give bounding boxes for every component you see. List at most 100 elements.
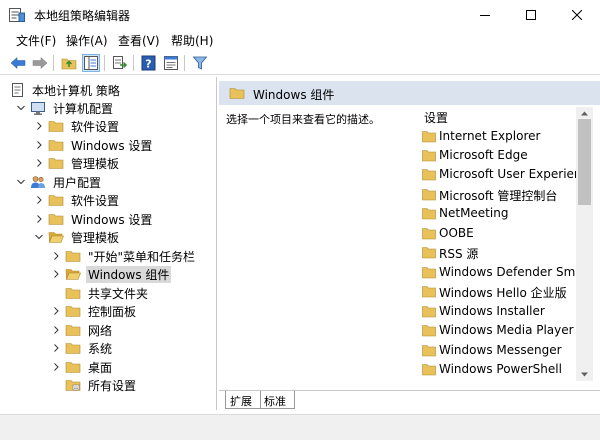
folder-open-icon [65, 269, 81, 280]
vertical-scrollbar[interactable] [576, 107, 593, 381]
chevron-right-icon[interactable] [51, 250, 61, 262]
list-item[interactable]: NetMeeting [418, 204, 576, 223]
tree-label: "开始"菜单和任务栏 [88, 250, 196, 264]
help-button[interactable]: ? [140, 54, 158, 72]
list-item[interactable]: OOBE [418, 224, 576, 243]
tree-label: 控制面板 [88, 305, 137, 319]
computer-icon [31, 102, 45, 115]
folder-icon [48, 214, 64, 225]
chevron-right-icon[interactable] [51, 361, 61, 373]
show-hide-tree-button[interactable] [82, 54, 100, 72]
toolbar-separator [104, 55, 105, 71]
chevron-down-icon[interactable] [16, 176, 26, 188]
folder-icon [65, 251, 81, 262]
folder-icon [422, 325, 436, 337]
policy-editor-app-icon [9, 8, 25, 22]
list-item[interactable]: Windows Media Player [418, 321, 576, 340]
folder-up-icon [61, 58, 77, 70]
close-button[interactable] [554, 0, 600, 30]
menu-action[interactable]: 操作(A) [66, 32, 108, 49]
chevron-right-icon[interactable] [34, 213, 44, 225]
menu-view[interactable]: 查看(V) [118, 32, 160, 49]
description-text: 选择一个项目来查看它的描述。 [226, 113, 380, 126]
list-item[interactable]: Windows PowerShell [418, 360, 576, 379]
users-icon [31, 176, 45, 188]
svg-text:?: ? [145, 58, 151, 71]
tab-label: 标准 [264, 395, 286, 408]
tree-label: 本地计算机 策略 [32, 84, 120, 98]
chevron-right-icon[interactable] [51, 305, 61, 317]
folder-icon [422, 345, 436, 357]
list-item[interactable]: Microsoft Edge [418, 146, 576, 165]
tab-standard[interactable]: 标准 [259, 391, 295, 409]
folder-icon [65, 362, 81, 373]
chevron-right-icon[interactable] [51, 342, 61, 354]
export-list-button[interactable] [111, 54, 129, 72]
list-item[interactable]: RSS 源 [418, 243, 576, 262]
folder-icon [422, 267, 436, 279]
list-item-label: RSS 源 [439, 247, 479, 261]
list-item[interactable]: Microsoft 管理控制台 [418, 185, 576, 204]
chevron-down-icon[interactable] [16, 102, 26, 114]
folder-icon [48, 121, 64, 132]
list-item[interactable]: Internet Explorer [418, 127, 576, 146]
back-button[interactable] [9, 54, 27, 72]
folder-icon [65, 306, 81, 317]
help-icon: ? [141, 55, 156, 71]
list-item-label: Microsoft 管理控制台 [439, 189, 558, 203]
tree-label: 管理模板 [71, 157, 120, 171]
list-item-label: Microsoft User Experience Virtualization [439, 167, 576, 181]
tree-label: 网络 [88, 324, 113, 338]
tree-label: 软件设置 [71, 194, 120, 208]
tree-label: 桌面 [88, 361, 113, 375]
list-item[interactable]: Windows Hello 企业版 [418, 282, 576, 301]
forward-button[interactable] [31, 54, 49, 72]
folder-icon [422, 208, 436, 220]
list-item-label: Windows Messenger [439, 343, 562, 357]
maximize-icon [526, 10, 536, 20]
scrollbar-thumb[interactable] [578, 119, 591, 205]
list-item-label: Windows PowerShell [439, 362, 562, 376]
properties-button[interactable] [162, 54, 180, 72]
close-icon [572, 10, 582, 20]
folder-icon [65, 288, 81, 299]
up-one-level-button[interactable] [60, 54, 78, 72]
chevron-right-icon[interactable] [51, 324, 61, 336]
maximize-button[interactable] [508, 0, 554, 30]
tree-pane[interactable]: 本地计算机 策略 计算机配置 软件设置 Windows 设置 管理模板 用户配置 [0, 77, 217, 410]
minimize-button[interactable] [462, 0, 508, 30]
chevron-right-icon[interactable] [34, 194, 44, 206]
settings-list[interactable]: Internet Explorer Microsoft Edge Microso… [418, 127, 576, 379]
tree-label: Windows 组件 [86, 266, 172, 283]
window-title: 本地组策略编辑器 [34, 9, 131, 23]
chevron-down-icon[interactable] [34, 231, 44, 243]
scroll-up-arrow-icon[interactable] [580, 109, 589, 118]
folder-icon [422, 189, 436, 201]
list-item[interactable]: Microsoft User Experience Virtualization [418, 165, 576, 184]
scroll-down-arrow-icon[interactable] [580, 370, 589, 379]
list-item-label: Windows Installer [439, 304, 545, 318]
menu-file[interactable]: 文件(F) [16, 32, 56, 49]
folder-icon [48, 140, 64, 151]
filter-button[interactable] [191, 54, 209, 72]
tab-label: 扩展 [230, 395, 252, 408]
chevron-right-icon[interactable] [34, 120, 44, 132]
folder-icon [422, 228, 436, 240]
details-header: Windows 组件 [219, 81, 600, 105]
list-item[interactable]: Windows Defender SmartScreen [418, 263, 576, 282]
menu-help[interactable]: 帮助(H) [171, 32, 213, 49]
folder-icon [422, 306, 436, 318]
show-hide-tree-icon [84, 56, 98, 70]
list-item[interactable]: Windows Messenger [418, 341, 576, 360]
chevron-right-icon[interactable] [34, 139, 44, 151]
toolbar-separator [184, 55, 185, 71]
tree-label: Windows 设置 [71, 213, 153, 227]
tree-label: 管理模板 [71, 231, 120, 245]
chevron-right-icon[interactable] [51, 268, 61, 280]
folder-open-icon [48, 232, 64, 243]
list-item[interactable]: Windows Installer [418, 302, 576, 321]
tab-extended[interactable]: 扩展 [225, 391, 261, 409]
column-header-settings[interactable]: 设置 [424, 109, 448, 126]
chevron-right-icon[interactable] [34, 157, 44, 169]
menu-bar: 文件(F) 操作(A) 查看(V) 帮助(H) [0, 30, 600, 50]
